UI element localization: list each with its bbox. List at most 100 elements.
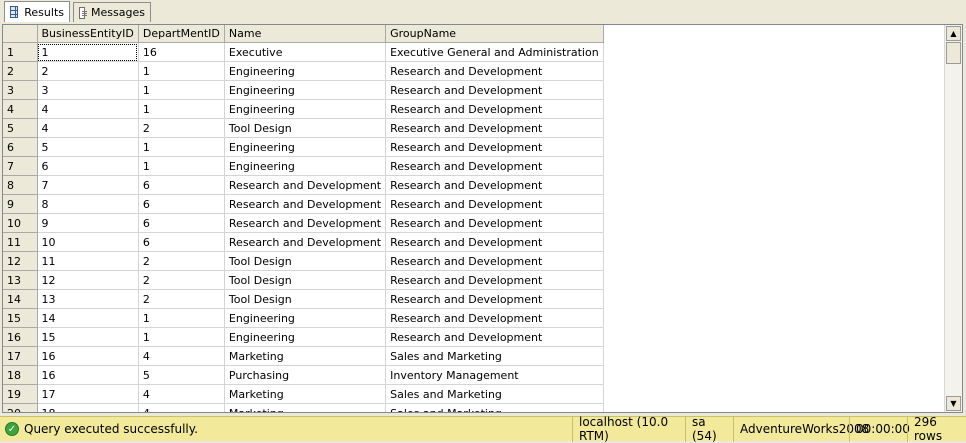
table-cell[interactable]: Engineering xyxy=(224,156,387,176)
table-cell[interactable]: Sales and Marketing xyxy=(385,346,604,366)
table-cell[interactable]: 2 xyxy=(138,270,225,290)
table-cell[interactable]: 5 xyxy=(138,365,225,385)
table-cell[interactable]: Marketing xyxy=(224,403,387,412)
table-cell[interactable]: 7 xyxy=(37,175,139,195)
table-cell[interactable]: Research and Development xyxy=(385,327,604,347)
row-header[interactable]: 19 xyxy=(3,384,38,404)
table-row[interactable]: 15 14 1 Engineering Research and Development xyxy=(3,308,604,328)
row-header[interactable]: 15 xyxy=(3,308,38,328)
table-cell[interactable]: Research and Development xyxy=(385,270,604,290)
table-cell[interactable]: Tool Design xyxy=(224,289,387,309)
table-cell[interactable]: 6 xyxy=(138,232,225,252)
table-cell[interactable]: 1 xyxy=(138,137,225,157)
table-row[interactable]: 11 10 6 Research and Development Research an… xyxy=(3,232,604,252)
table-cell[interactable]: Sales and Marketing xyxy=(385,384,604,404)
table-row[interactable]: 4 4 1 Engineering Research and Development xyxy=(3,99,604,119)
table-cell[interactable]: 2 xyxy=(138,289,225,309)
table-cell[interactable]: Tool Design xyxy=(224,270,387,290)
table-row[interactable]: 1 1 16 Executive Executive General and Admin… xyxy=(3,42,604,62)
results-grid[interactable]: BusinessEntityID DepartMentID Name Group… xyxy=(2,24,963,413)
row-header[interactable]: 11 xyxy=(3,232,38,252)
table-cell[interactable]: 14 xyxy=(37,308,139,328)
table-cell[interactable]: Research and Development xyxy=(385,61,604,81)
table-cell[interactable]: Inventory Management xyxy=(385,365,604,385)
table-cell[interactable]: 2 xyxy=(138,118,225,138)
table-row[interactable]: 6 5 1 Engineering Research and Development xyxy=(3,137,604,157)
table-cell[interactable]: 8 xyxy=(37,194,139,214)
column-header-name[interactable]: Name xyxy=(224,25,387,43)
table-cell[interactable]: Tool Design xyxy=(224,118,387,138)
table-cell[interactable]: Engineering xyxy=(224,99,387,119)
table-row[interactable]: 2 2 1 Engineering Research and Development xyxy=(3,61,604,81)
grid-corner-header[interactable] xyxy=(3,25,38,43)
table-cell[interactable]: Research and Development xyxy=(385,289,604,309)
row-header[interactable]: 8 xyxy=(3,175,38,195)
table-cell[interactable]: 16 xyxy=(37,365,139,385)
table-cell[interactable]: 9 xyxy=(37,213,139,233)
table-row[interactable]: 16 15 1 Engineering Research and Development xyxy=(3,327,604,347)
table-cell[interactable]: 1 xyxy=(138,80,225,100)
column-header-businessentityid[interactable]: BusinessEntityID xyxy=(37,25,139,43)
table-cell[interactable]: Executive xyxy=(224,42,387,62)
table-cell[interactable]: Research and Development xyxy=(385,99,604,119)
table-cell[interactable]: Marketing xyxy=(224,384,387,404)
row-header[interactable]: 17 xyxy=(3,346,38,366)
row-header[interactable]: 1 xyxy=(3,42,38,62)
row-header[interactable]: 16 xyxy=(3,327,38,347)
row-header[interactable]: 7 xyxy=(3,156,38,176)
table-cell[interactable]: 12 xyxy=(37,270,139,290)
scroll-up-button[interactable]: ▲ xyxy=(946,26,961,41)
table-cell[interactable]: 2 xyxy=(37,61,139,81)
table-cell[interactable]: 1 xyxy=(138,327,225,347)
table-cell[interactable]: Engineering xyxy=(224,308,387,328)
table-cell[interactable]: 4 xyxy=(138,403,225,412)
table-cell[interactable]: 4 xyxy=(37,99,139,119)
row-header[interactable]: 4 xyxy=(3,99,38,119)
table-cell[interactable]: 1 xyxy=(37,42,139,62)
table-cell[interactable]: Research and Development xyxy=(224,232,387,252)
row-header[interactable]: 12 xyxy=(3,251,38,271)
table-row[interactable]: 20 18 4 Marketing Sales and Marketing xyxy=(3,403,604,412)
table-cell[interactable]: Executive General and Administration xyxy=(385,42,604,62)
table-row[interactable]: 13 12 2 Tool Design Research and Development xyxy=(3,270,604,290)
table-cell[interactable]: Research and Development xyxy=(224,213,387,233)
vertical-scrollbar[interactable]: ▲ ▼ xyxy=(944,25,962,412)
scroll-thumb[interactable] xyxy=(946,42,961,64)
table-row[interactable]: 5 4 2 Tool Design Research and Development xyxy=(3,118,604,138)
table-cell[interactable]: Engineering xyxy=(224,137,387,157)
table-cell[interactable]: Research and Development xyxy=(224,175,387,195)
table-cell[interactable]: Purchasing xyxy=(224,365,387,385)
table-cell[interactable]: Research and Development xyxy=(385,232,604,252)
table-cell[interactable]: Research and Development xyxy=(385,118,604,138)
table-cell[interactable]: 4 xyxy=(37,118,139,138)
table-cell[interactable]: Research and Development xyxy=(385,194,604,214)
table-cell[interactable]: Engineering xyxy=(224,327,387,347)
table-cell[interactable]: 16 xyxy=(138,42,225,62)
table-cell[interactable]: Engineering xyxy=(224,80,387,100)
table-cell[interactable]: 15 xyxy=(37,327,139,347)
table-cell[interactable]: 1 xyxy=(138,156,225,176)
table-cell[interactable]: Marketing xyxy=(224,346,387,366)
table-row[interactable]: 7 6 1 Engineering Research and Development xyxy=(3,156,604,176)
table-cell[interactable]: Sales and Marketing xyxy=(385,403,604,412)
row-header[interactable]: 3 xyxy=(3,80,38,100)
table-cell[interactable]: Tool Design xyxy=(224,251,387,271)
table-cell[interactable]: 11 xyxy=(37,251,139,271)
table-row[interactable]: 10 9 6 Research and Development Research and… xyxy=(3,213,604,233)
table-cell[interactable]: 2 xyxy=(138,251,225,271)
table-row[interactable]: 18 16 5 Purchasing Inventory Management xyxy=(3,365,604,385)
tab-results[interactable]: Results xyxy=(4,1,70,22)
table-cell[interactable]: 18 xyxy=(37,403,139,412)
table-row[interactable]: 17 16 4 Marketing Sales and Marketing xyxy=(3,346,604,366)
tab-messages[interactable]: Messages xyxy=(73,2,151,22)
column-header-groupname[interactable]: GroupName xyxy=(385,25,604,43)
row-header[interactable]: 13 xyxy=(3,270,38,290)
column-header-departmentid[interactable]: DepartMentID xyxy=(138,25,225,43)
table-cell[interactable]: 4 xyxy=(138,346,225,366)
table-cell[interactable]: Research and Development xyxy=(385,156,604,176)
table-cell[interactable]: Research and Development xyxy=(385,137,604,157)
table-row[interactable]: 14 13 2 Tool Design Research and Development xyxy=(3,289,604,309)
row-header[interactable]: 20 xyxy=(3,403,38,412)
table-cell[interactable]: 10 xyxy=(37,232,139,252)
table-row[interactable]: 3 3 1 Engineering Research and Development xyxy=(3,80,604,100)
